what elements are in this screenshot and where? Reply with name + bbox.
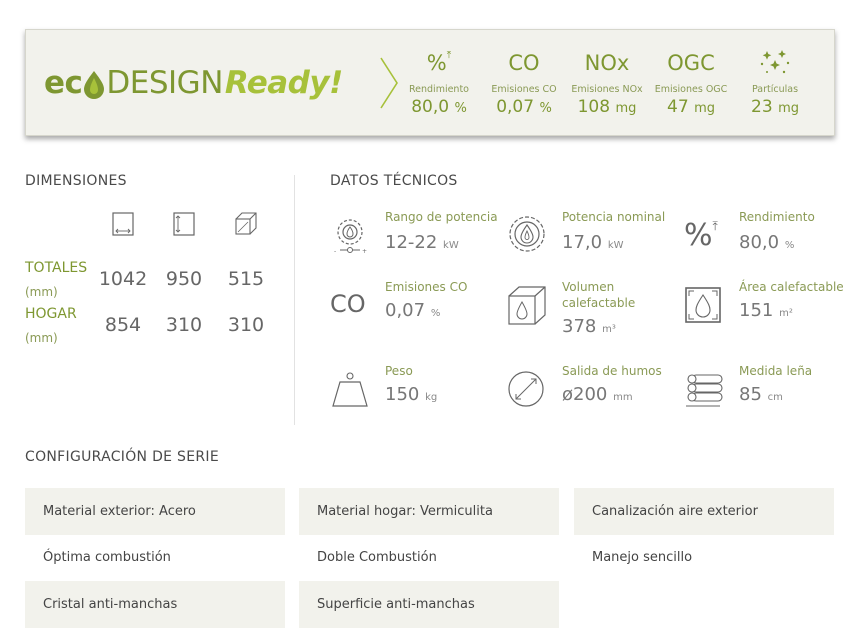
tech-label: Peso <box>385 364 413 378</box>
ecodesign-banner: ec DESIGN Ready! %⤒ Rendimiento 80,0 % C… <box>25 29 835 136</box>
config-item: Canalización aire exterior <box>574 488 834 535</box>
tech-value: 150 kg <box>385 384 438 405</box>
metric-nox: NOx Emisiones NOx 108 mg <box>567 48 647 117</box>
dim-row-hogar-label: HOGAR <box>25 306 77 322</box>
tech-value: 85 cm <box>739 384 783 405</box>
logo-ready-text: Ready! <box>224 65 343 101</box>
metric-label: Emisiones NOx <box>571 84 643 95</box>
metric-label: Rendimiento <box>408 84 469 95</box>
svg-text:+: + <box>362 248 367 255</box>
config-item: Superficie anti-manchas <box>299 581 559 628</box>
percent-icon: %⤒ <box>426 50 452 75</box>
tech-label: Emisiones CO <box>385 280 468 294</box>
flue-diameter-icon <box>508 371 544 407</box>
dim-row-totales-unit: (mm) <box>25 285 58 299</box>
metric-label: Emisiones OGC <box>654 84 728 95</box>
dim-hogar-width: 854 <box>104 314 142 336</box>
efficiency-icon: %⤒ <box>684 218 718 253</box>
power-range-icon: - + <box>334 219 367 255</box>
tech-label: Volumen <box>562 280 615 294</box>
depth-cube-icon <box>235 212 257 235</box>
metric-rendimiento: %⤒ Rendimiento 80,0 % <box>399 48 479 117</box>
weight-icon <box>332 372 368 407</box>
dim-totales-width: 1042 <box>98 268 148 290</box>
config-item: Óptima combustión <box>43 550 171 565</box>
dim-totales-depth: 515 <box>227 268 265 290</box>
metric-co: CO Emisiones CO 0,07 % <box>484 48 564 117</box>
tech-value: 17,0 kW <box>562 232 624 253</box>
area-icon <box>685 287 721 323</box>
logo-design-text: DESIGN <box>106 65 223 101</box>
config-item: Material exterior: Acero <box>25 488 285 535</box>
dimensions-title: DIMENSIONES <box>25 173 127 189</box>
firewood-icon <box>686 374 723 407</box>
metric-value: 23 mg <box>751 97 799 117</box>
nox-symbol: NOx <box>584 51 630 75</box>
tech-data-title: DATOS TÉCNICOS <box>330 173 458 189</box>
volume-cube-icon <box>508 286 546 325</box>
co-icon: CO <box>330 290 366 318</box>
tech-label: Rango de potencia <box>385 210 498 224</box>
tech-label-line2: calefactable <box>562 296 636 310</box>
config-item: Doble Combustión <box>317 550 437 565</box>
config-item: Manejo sencillo <box>592 550 693 565</box>
tech-label: Potencia nominal <box>562 210 666 224</box>
tech-label: Área calefactable <box>739 280 844 294</box>
dim-totales-height: 950 <box>165 268 203 290</box>
metric-label: Partículas <box>751 84 799 95</box>
config-item: Material hogar: Vermiculita <box>299 488 559 535</box>
metric-value: 108 mg <box>577 97 637 117</box>
logo-eco-text: ec <box>44 65 83 101</box>
tech-label: Medida leña <box>739 364 813 378</box>
dim-row-totales-label: TOTALES <box>25 260 88 276</box>
config-item: Cristal anti-manchas <box>25 581 285 628</box>
metric-value: 80,0 % <box>411 97 467 117</box>
particles-icon <box>735 48 815 78</box>
tech-value: 12-22 kW <box>385 232 459 253</box>
metric-label: Emisiones CO <box>491 84 557 95</box>
flame-circle-icon <box>509 216 545 252</box>
metric-ogc: OGC Emisiones OGC 47 mg <box>651 48 731 117</box>
config-title: CONFIGURACIÓN DE SERIE <box>25 449 219 465</box>
tech-value: 0,07 % <box>385 300 441 321</box>
svg-text:-: - <box>334 248 336 255</box>
tech-label: Rendimiento <box>739 210 815 224</box>
tech-label: Salida de humos <box>562 364 662 378</box>
metric-value: 47 mg <box>667 97 715 117</box>
leaf-drop-icon <box>84 71 105 99</box>
section-divider <box>294 175 295 425</box>
chevron-right-icon <box>380 57 398 109</box>
tech-value: 378 m³ <box>562 316 616 337</box>
tech-value: 80,0 % <box>739 232 795 253</box>
metric-particulas: Partículas 23 mg <box>735 48 815 117</box>
tech-value: ø200 mm <box>562 384 633 405</box>
ecodesign-ready-logo: ec DESIGN Ready! <box>44 65 343 101</box>
width-dimension-icon <box>112 212 134 236</box>
dim-row-hogar-unit: (mm) <box>25 331 58 345</box>
tech-value: 151 m² <box>739 300 793 321</box>
dim-hogar-height: 310 <box>165 314 203 336</box>
co-symbol: CO <box>508 51 540 75</box>
metric-value: 0,07 % <box>496 97 552 117</box>
height-dimension-icon <box>173 212 195 236</box>
dim-hogar-depth: 310 <box>227 314 265 336</box>
ogc-symbol: OGC <box>667 51 715 75</box>
